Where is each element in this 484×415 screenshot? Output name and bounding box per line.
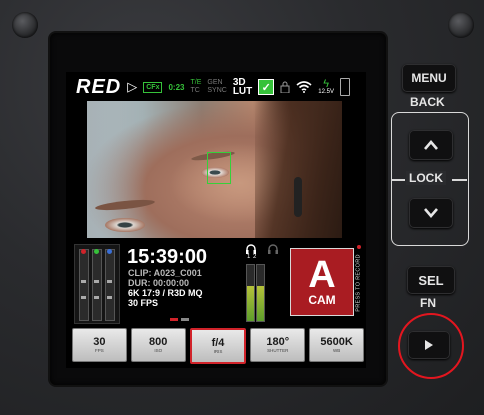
wifi-icon <box>296 81 312 93</box>
chevron-down-icon <box>424 208 438 218</box>
lut-indicator: 3D LUT <box>232 78 253 97</box>
camera-letter: A <box>308 254 336 296</box>
tc-te-label: T/E <box>190 79 202 86</box>
param-label: WB <box>332 348 341 353</box>
audio-channel-2-label: 2 <box>253 254 257 260</box>
check-icon: ✓ <box>258 79 275 95</box>
lock-icon <box>280 81 290 93</box>
status-bar: RED ▷ CFx 0:23 T/E TC GEN SYNC 3D LUT ✓ … <box>70 74 364 100</box>
play-icon <box>425 340 433 350</box>
chevron-up-icon <box>424 140 438 150</box>
clip-info: CLIP: A023_C001 DUR: 00:00:00 6K 17:9 / … <box>128 268 203 308</box>
shutter-button[interactable]: 180° SHUTTER <box>250 328 306 362</box>
audio-meters: 1 2 <box>243 244 285 322</box>
screw-top-left-icon <box>12 12 38 38</box>
blue-dot-icon <box>107 249 112 254</box>
parameter-bar: 30 FPS 800 ISO f/4 IRIS 180° SHUTTER 560… <box>72 328 364 364</box>
meter-marker <box>107 280 112 283</box>
live-preview-image <box>87 101 342 238</box>
media-badge: CFx <box>143 81 163 93</box>
meter-marker <box>81 280 86 283</box>
media-time: 0:23 <box>168 82 185 92</box>
clip-duration: DUR: 00:00:00 <box>128 278 190 288</box>
meter-marker <box>94 296 99 299</box>
meter-marker <box>107 296 112 299</box>
battery-icon <box>339 78 350 96</box>
green-dot-icon <box>94 249 99 254</box>
sel-button[interactable]: SEL <box>407 266 455 294</box>
play-triangle-icon: ▷ <box>127 79 138 94</box>
record-button[interactable]: A CAM <box>290 248 354 316</box>
iso-button[interactable]: 800 ISO <box>130 328 186 362</box>
audio-level-fill <box>257 286 264 321</box>
red-logo: RED <box>76 75 122 98</box>
iris-button[interactable]: f/4 IRIS <box>189 328 247 364</box>
lut-lut-label: LUT <box>232 86 253 97</box>
play-button[interactable] <box>408 331 450 359</box>
meter-column <box>105 249 115 321</box>
audio-level-ch2 <box>256 264 265 322</box>
record-hint-text: PRESS TO RECORD <box>356 254 363 312</box>
meter-column <box>92 249 102 321</box>
focus-box[interactable] <box>207 152 231 184</box>
histogram-meters <box>74 244 120 324</box>
voltage-readout: 12.5V <box>318 89 334 95</box>
bolt-icon: ϟ <box>323 78 330 90</box>
white-balance-button[interactable]: 5600K WB <box>309 328 364 362</box>
lock-divider <box>391 179 405 181</box>
timecode-display: 15:39:00 <box>127 246 208 268</box>
page-dot <box>170 318 178 321</box>
param-value: 800 <box>149 336 168 348</box>
back-label: BACK <box>410 95 445 109</box>
param-label: IRIS <box>213 349 223 354</box>
page-dot <box>181 318 189 321</box>
clip-name: CLIP: A023_C001 <box>128 268 202 278</box>
menu-button[interactable]: MENU <box>402 64 456 92</box>
power-status: ϟ 12.5V <box>318 78 334 96</box>
fn-label: FN <box>420 296 436 310</box>
up-button[interactable] <box>409 130 453 160</box>
headphones-icon <box>246 244 256 254</box>
preview-eye <box>105 218 145 232</box>
param-label: ISO <box>154 348 163 353</box>
timecode-source: T/E TC <box>190 79 201 95</box>
camera-label: CAM <box>308 293 336 307</box>
preview-earpiece <box>294 177 302 217</box>
genlock-status: GEN SYNC <box>207 79 226 95</box>
tc-tc-label: TC <box>190 87 200 94</box>
meter-marker <box>81 296 86 299</box>
project-fps: 30 FPS <box>128 298 159 308</box>
lock-label: LOCK <box>406 171 446 185</box>
fps-button[interactable]: 30 FPS <box>72 328 127 362</box>
headphones-icon <box>268 244 278 254</box>
param-label: SHUTTER <box>267 348 289 353</box>
down-button[interactable] <box>409 198 453 228</box>
gen-label: GEN <box>207 79 223 86</box>
record-hint: PRESS TO RECORD <box>353 244 365 322</box>
sync-label: SYNC <box>207 87 227 94</box>
record-format: 6K 17:9 / R3D MQ <box>128 288 203 298</box>
page-indicator <box>170 318 189 321</box>
param-label: FPS <box>95 348 104 353</box>
audio-level-ch1 <box>246 264 255 322</box>
param-value: 5600K <box>320 336 353 348</box>
lock-divider <box>452 179 467 181</box>
preview-background <box>87 101 147 238</box>
red-dot-icon <box>81 249 86 254</box>
param-value: f/4 <box>211 337 225 349</box>
screw-top-right-icon <box>448 12 474 38</box>
camera-side-panel: RED ▷ CFx 0:23 T/E TC GEN SYNC 3D LUT ✓ … <box>0 0 484 415</box>
audio-level-fill <box>247 286 254 321</box>
meter-marker <box>94 280 99 283</box>
preview-hair <box>255 101 342 238</box>
meter-column <box>79 249 89 321</box>
param-value: 180° <box>266 336 290 348</box>
param-value: 30 <box>93 336 106 348</box>
audio-channel-1-label: 1 <box>247 254 251 260</box>
